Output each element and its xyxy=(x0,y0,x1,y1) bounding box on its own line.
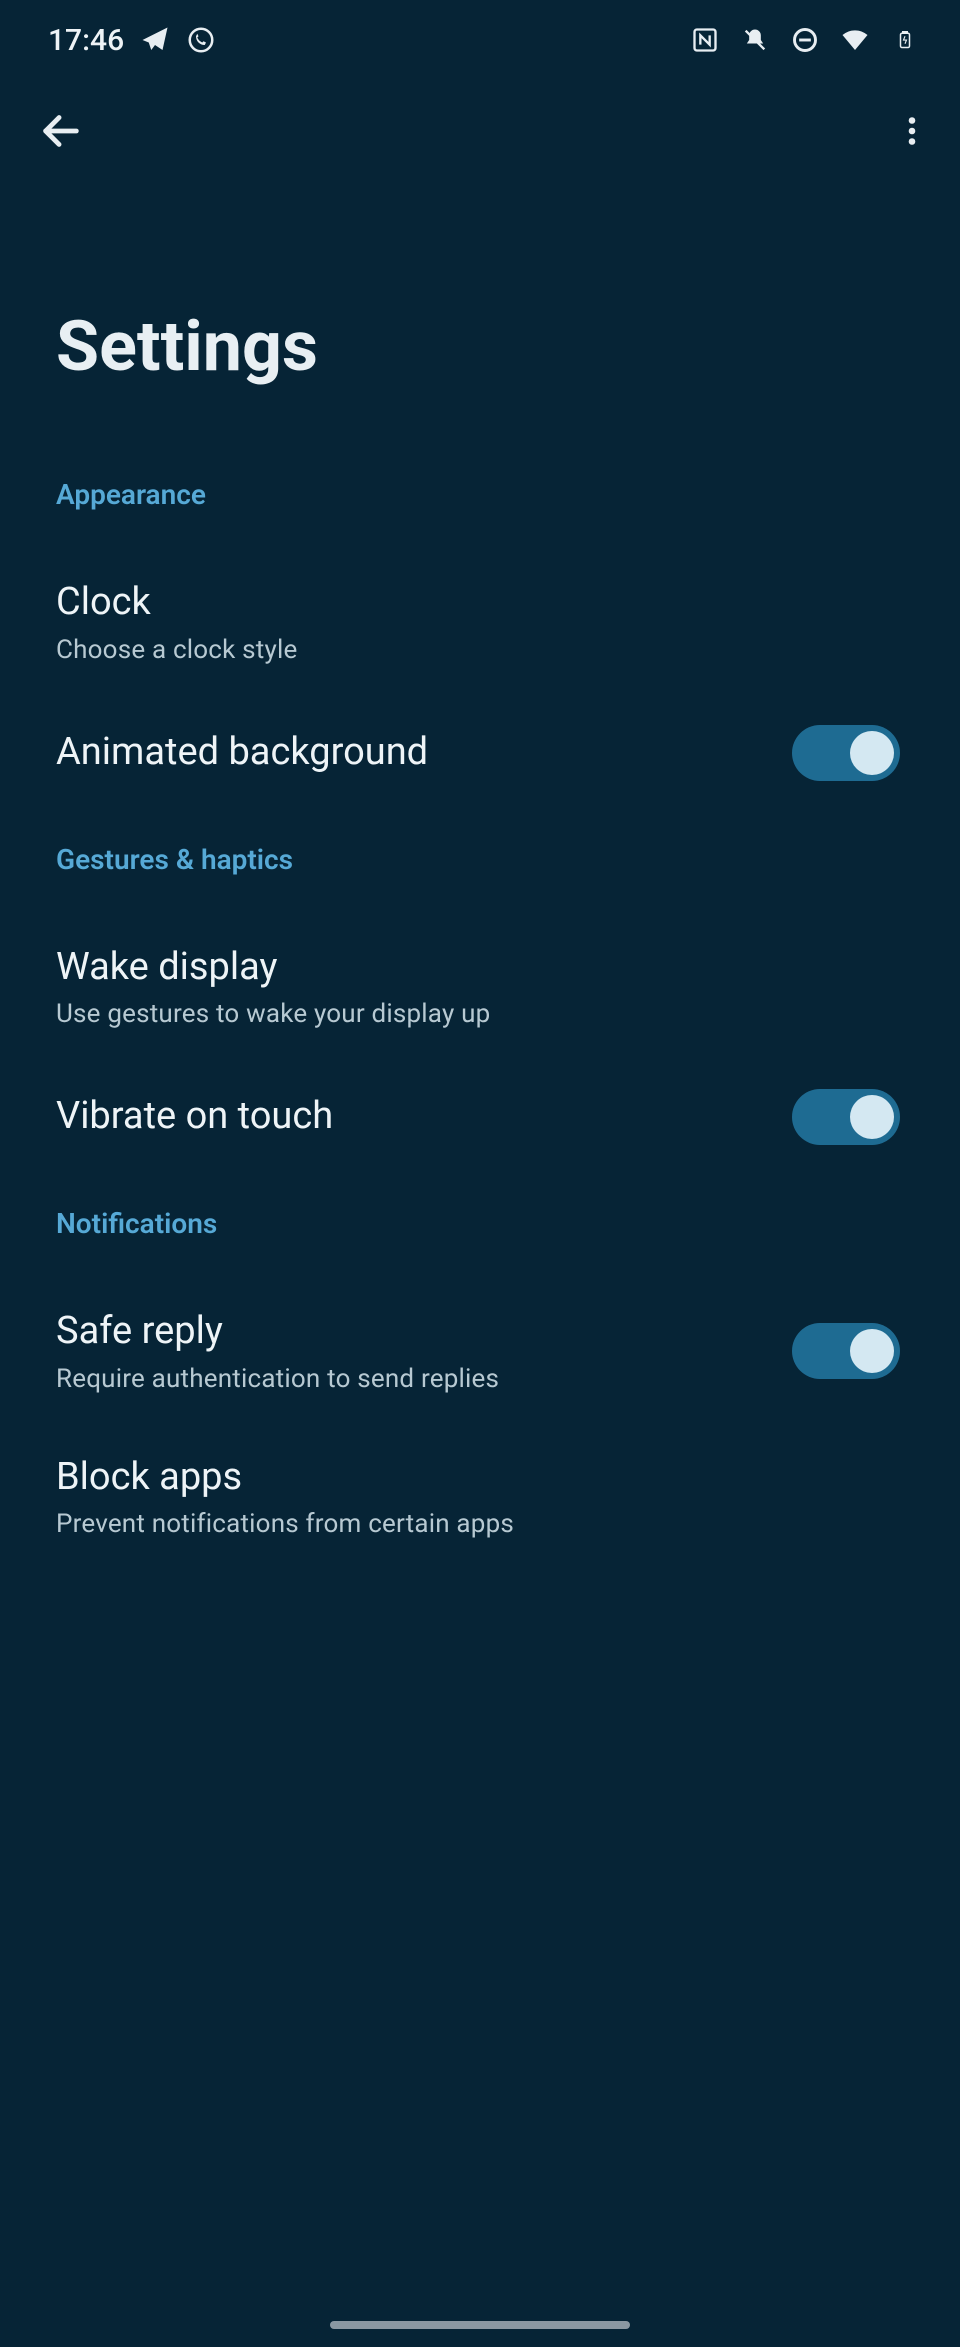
setting-safe-reply[interactable]: Safe reply Require authentication to sen… xyxy=(56,1282,904,1420)
toggle-animated-background[interactable] xyxy=(792,725,900,781)
section-header-gestures: Gestures & haptics xyxy=(56,843,904,876)
whatsapp-icon xyxy=(186,25,216,55)
home-indicator[interactable] xyxy=(330,2321,630,2329)
app-bar xyxy=(0,80,960,186)
status-left: 17:46 xyxy=(48,23,216,58)
toggle-vibrate-on-touch[interactable] xyxy=(792,1089,900,1145)
overflow-menu-button[interactable] xyxy=(894,113,930,153)
wifi-icon xyxy=(840,25,870,55)
setting-wake-title: Wake display xyxy=(56,944,904,992)
setting-vibrate-on-touch[interactable]: Vibrate on touch xyxy=(56,1063,904,1171)
setting-block-apps-sub: Prevent notifications from certain apps xyxy=(56,1509,904,1539)
setting-clock-title: Clock xyxy=(56,579,904,627)
battery-charging-icon xyxy=(890,25,920,55)
section-header-notifications: Notifications xyxy=(56,1207,904,1240)
toggle-safe-reply[interactable] xyxy=(792,1323,900,1379)
section-header-appearance: Appearance xyxy=(56,478,904,511)
status-bar: 17:46 xyxy=(0,0,960,80)
status-right xyxy=(690,25,920,55)
do-not-disturb-icon xyxy=(790,25,820,55)
setting-vibrate-title: Vibrate on touch xyxy=(56,1093,792,1141)
setting-animated-background[interactable]: Animated background xyxy=(56,699,904,807)
setting-wake-display[interactable]: Wake display Use gestures to wake your d… xyxy=(56,918,904,1056)
setting-wake-sub: Use gestures to wake your display up xyxy=(56,999,904,1029)
setting-clock-sub: Choose a clock style xyxy=(56,635,904,665)
setting-animated-bg-title: Animated background xyxy=(56,729,792,777)
settings-content: Appearance Clock Choose a clock style An… xyxy=(0,388,960,1565)
setting-block-apps[interactable]: Block apps Prevent notifications from ce… xyxy=(56,1428,904,1566)
setting-block-apps-title: Block apps xyxy=(56,1454,904,1502)
mute-notifications-icon xyxy=(740,25,770,55)
status-time: 17:46 xyxy=(48,23,124,58)
setting-safe-reply-title: Safe reply xyxy=(56,1308,792,1356)
nfc-icon xyxy=(690,25,720,55)
telegram-icon xyxy=(140,25,170,55)
page-title: Settings xyxy=(0,186,960,388)
setting-clock[interactable]: Clock Choose a clock style xyxy=(56,553,904,691)
back-button[interactable] xyxy=(38,108,84,158)
setting-safe-reply-sub: Require authentication to send replies xyxy=(56,1364,792,1394)
